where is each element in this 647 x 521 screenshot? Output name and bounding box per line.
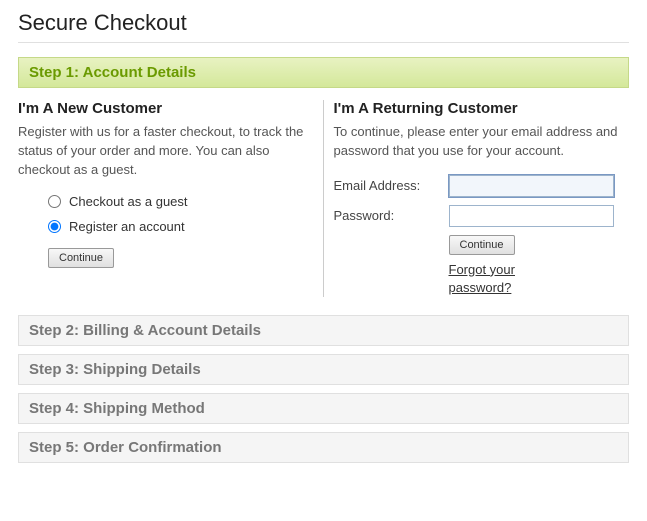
- step-1-header[interactable]: Step 1: Account Details: [18, 57, 629, 88]
- returning-customer-description: To continue, please enter your email add…: [334, 123, 630, 161]
- checkout-type-radio-group: Checkout as a guest Register an account: [48, 194, 313, 234]
- returning-customer-heading: I'm A Returning Customer: [334, 100, 630, 117]
- guest-checkout-label: Checkout as a guest: [69, 194, 188, 209]
- password-field-row: Password:: [334, 205, 630, 227]
- email-label: Email Address:: [334, 178, 449, 193]
- email-field-row: Email Address:: [334, 175, 630, 197]
- step-5-header[interactable]: Step 5: Order Confirmation: [18, 432, 629, 463]
- password-input[interactable]: [449, 205, 614, 227]
- guest-checkout-radio[interactable]: [48, 195, 61, 208]
- page-title: Secure Checkout: [18, 10, 629, 43]
- guest-checkout-option[interactable]: Checkout as a guest: [48, 194, 313, 209]
- email-input[interactable]: [449, 175, 614, 197]
- register-account-radio[interactable]: [48, 220, 61, 233]
- register-account-option[interactable]: Register an account: [48, 219, 313, 234]
- returning-continue-button[interactable]: Continue: [449, 235, 515, 255]
- password-label: Password:: [334, 208, 449, 223]
- new-customer-heading: I'm A New Customer: [18, 100, 313, 117]
- new-customer-panel: I'm A New Customer Register with us for …: [18, 100, 324, 297]
- step-4-header[interactable]: Step 4: Shipping Method: [18, 393, 629, 424]
- new-customer-continue-button[interactable]: Continue: [48, 248, 114, 268]
- returning-customer-panel: I'm A Returning Customer To continue, pl…: [324, 100, 630, 297]
- step-2-header[interactable]: Step 2: Billing & Account Details: [18, 315, 629, 346]
- returning-actions: Continue Forgot your password?: [449, 235, 630, 297]
- step-3-header[interactable]: Step 3: Shipping Details: [18, 354, 629, 385]
- register-account-label: Register an account: [69, 219, 185, 234]
- step-1-body: I'm A New Customer Register with us for …: [18, 96, 629, 315]
- forgot-password-link[interactable]: Forgot your password?: [449, 261, 549, 297]
- new-customer-description: Register with us for a faster checkout, …: [18, 123, 313, 180]
